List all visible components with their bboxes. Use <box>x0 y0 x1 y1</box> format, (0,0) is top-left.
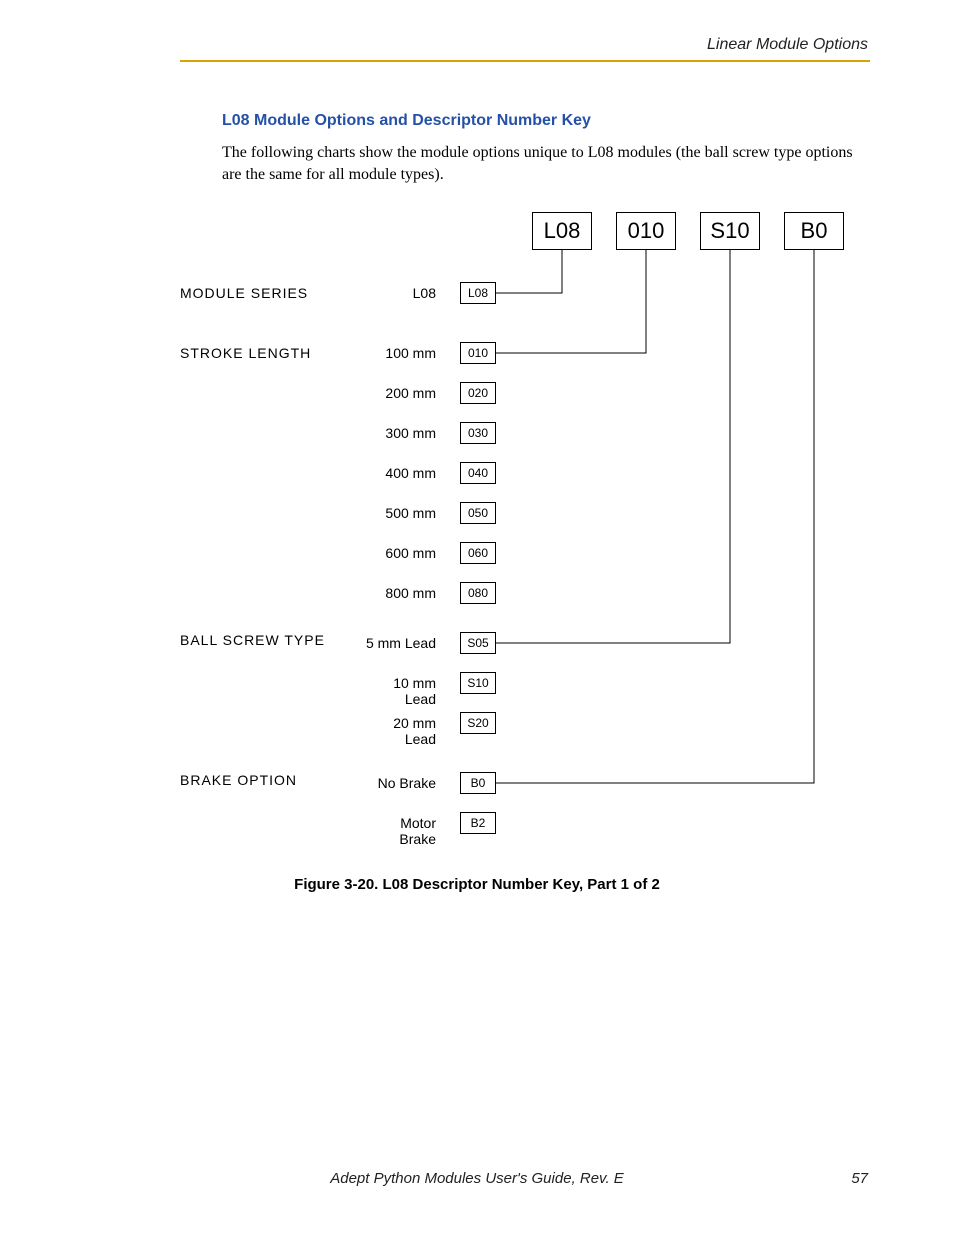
footer-page-number: 57 <box>851 1170 868 1187</box>
figure-caption: Figure 3-20. L08 Descriptor Number Key, … <box>0 876 954 893</box>
page: Linear Module Options L08 Module Options… <box>0 0 954 1235</box>
intro-paragraph: The following charts show the module opt… <box>222 142 872 187</box>
footer-title: Adept Python Modules User's Guide, Rev. … <box>0 1170 954 1187</box>
connector-lines <box>180 202 870 862</box>
header-rule <box>180 60 870 62</box>
section-heading: L08 Module Options and Descriptor Number… <box>222 112 591 130</box>
page-header-section: Linear Module Options <box>707 36 868 54</box>
descriptor-diagram: L08 010 S10 B0 MODULE SERIES STROKE LENG… <box>180 202 870 862</box>
